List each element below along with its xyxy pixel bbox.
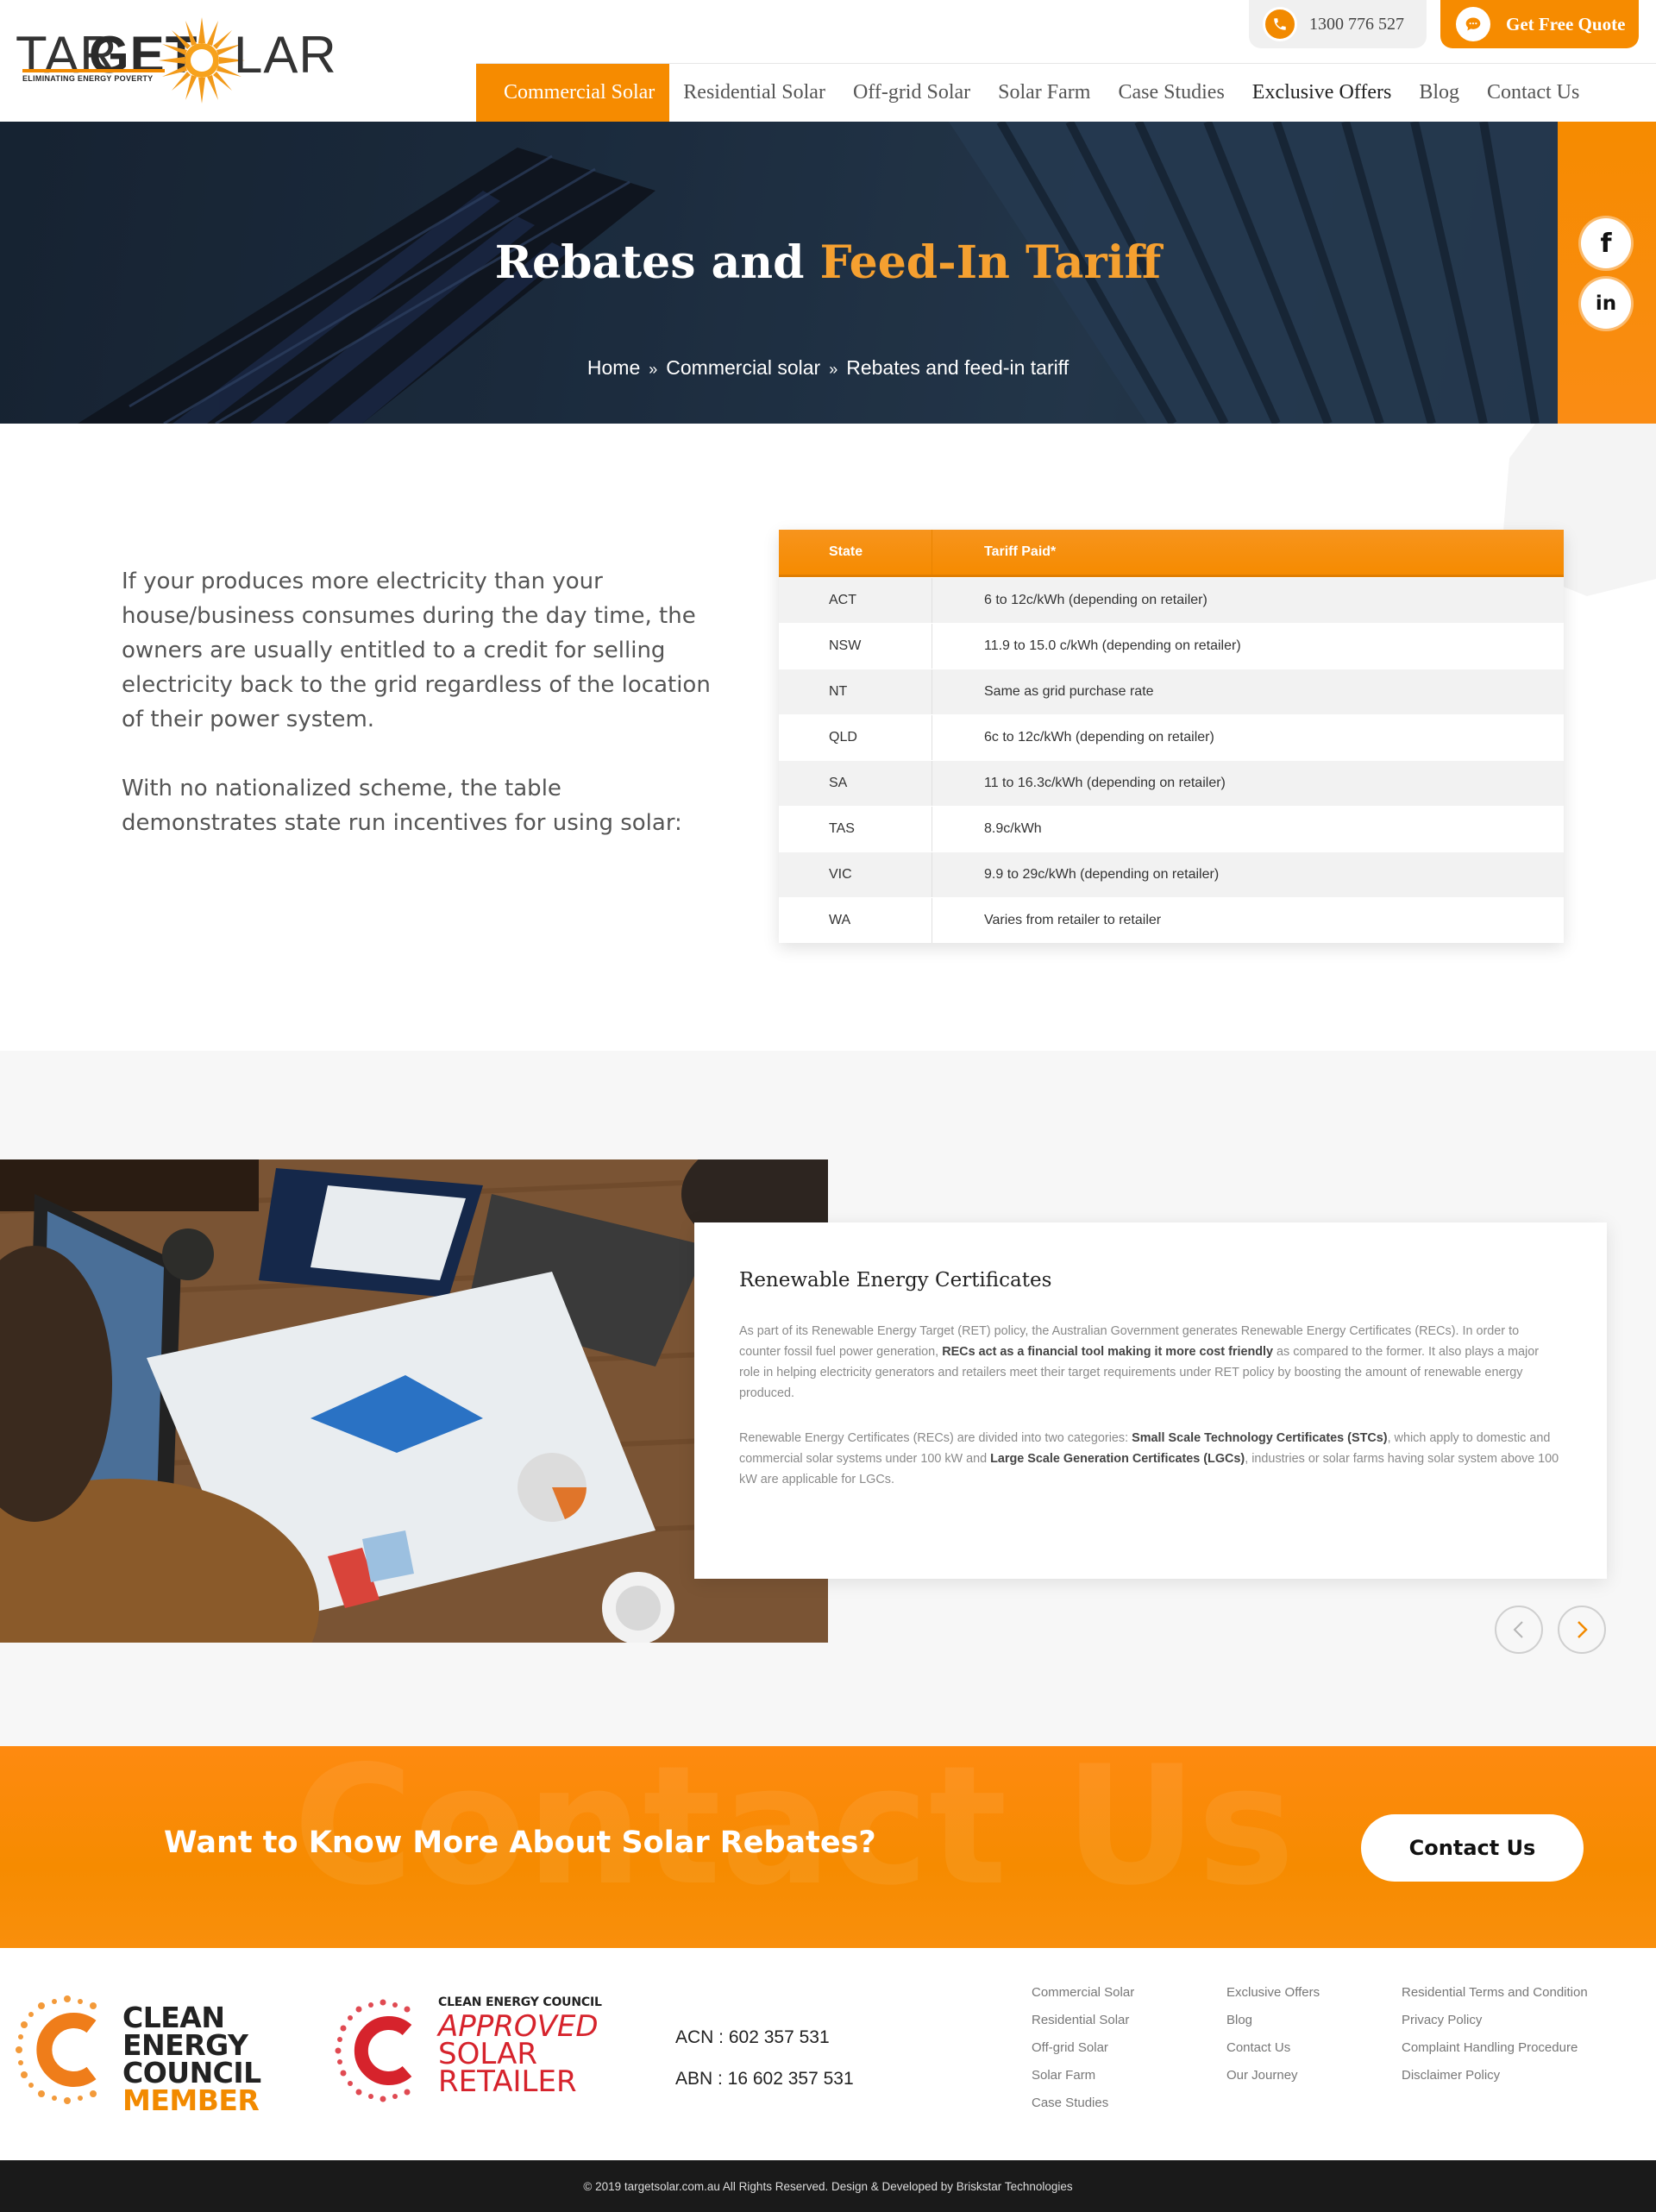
footer-link-commercial-solar[interactable]: Commercial Solar — [1032, 1979, 1134, 2007]
footer-link-solar-farm[interactable]: Solar Farm — [1032, 2062, 1134, 2089]
contact-us-button[interactable]: Contact Us — [1361, 1814, 1584, 1882]
nav-blog[interactable]: Blog — [1405, 64, 1473, 122]
recs-title: Renewable Energy Certificates — [739, 1269, 1052, 1291]
footer-link-blog[interactable]: Blog — [1226, 2007, 1320, 2034]
breadcrumb: Home » Commercial solar » Rebates and feed-i… — [0, 356, 1558, 380]
nav-residential-solar[interactable]: Residential Solar — [669, 64, 839, 122]
intro-text: If your produces more electricity than y… — [122, 564, 717, 840]
table-row: VIC 9.9 to 29c/kWh (depending on retailer… — [779, 851, 1564, 897]
clean-energy-council-member-logo: CLEAN ENERGY COUNCIL MEMBER — [16, 1994, 266, 2115]
get-free-quote-label: Get Free Quote — [1506, 13, 1626, 35]
footer-link-residential-solar[interactable]: Residential Solar — [1032, 2007, 1134, 2034]
footer-link-terms[interactable]: Residential Terms and Condition — [1402, 1979, 1588, 2007]
table-row: NSW 11.9 to 15.0 c/kWh (depending on reta… — [779, 623, 1564, 669]
nav-commercial-solar[interactable]: Commercial Solar — [476, 64, 670, 122]
logo-underline — [22, 69, 165, 72]
abn-number: ABN : 16 602 357 531 — [675, 2069, 854, 2089]
table-row: NT Same as grid purchase rate — [779, 669, 1564, 714]
page-hero: Rebates and Feed-In Tariff Home » Commerci… — [0, 122, 1558, 424]
table-row: SA 11 to 16.3c/kWh (depending on retailer… — [779, 760, 1564, 806]
table-header: State Tariff Paid* — [779, 530, 1564, 577]
slider-prev-button[interactable] — [1495, 1606, 1543, 1654]
table-row: TAS 8.9c/kWh — [779, 806, 1564, 851]
chevron-right-icon — [1578, 1621, 1588, 1638]
table-row: WA Varies from retailer to retailer — [779, 897, 1564, 943]
approved-solar-retailer-logo: CLEAN ENERGY COUNCIL APPROVED SOLAR RETA… — [333, 1995, 626, 2108]
footer-link-exclusive-offers[interactable]: Exclusive Offers — [1226, 1979, 1320, 2007]
logo-tagline: ELIMINATING ENERGY POVERTY — [22, 74, 154, 83]
footer-links-legal: Residential Terms and Condition Privacy … — [1402, 1979, 1588, 2089]
main-nav: Commercial Solar Residential Solar Off-g… — [476, 64, 1593, 122]
company-ids: ACN : 602 357 531 ABN : 16 602 357 531 — [675, 2017, 854, 2100]
site-footer: CLEAN ENERGY COUNCIL MEMBER CLEAN ENERGY… — [0, 1948, 1656, 2160]
nav-off-grid-solar[interactable]: Off-grid Solar — [839, 64, 984, 122]
phone-icon — [1263, 7, 1297, 41]
header-state: State — [779, 530, 932, 575]
intro-paragraph-1: If your produces more electricity than y… — [122, 569, 711, 732]
chat-icon — [1456, 7, 1490, 41]
copyright-bar: © 2019 targetsolar.com.au All Rights Res… — [0, 2160, 1656, 2212]
cec-text: CLEAN ENERGY COUNCIL MEMBER — [122, 2001, 261, 2117]
intro-paragraph-2: With no nationalized scheme, the table d… — [122, 776, 682, 836]
breadcrumb-commercial-solar[interactable]: Commercial solar — [666, 356, 820, 379]
nav-exclusive-offers[interactable]: Exclusive Offers — [1239, 64, 1406, 122]
cec-c-icon — [16, 1995, 97, 2104]
asr-c-icon — [335, 1999, 412, 2102]
facebook-icon[interactable]: f — [1581, 218, 1631, 268]
recs-paragraph-1: As part of its Renewable Energy Target (… — [739, 1324, 1539, 1400]
footer-link-case-studies[interactable]: Case Studies — [1032, 2089, 1134, 2117]
nav-contact-us[interactable]: Contact Us — [1473, 64, 1593, 122]
nav-solar-farm[interactable]: Solar Farm — [984, 64, 1104, 122]
slider-next-button[interactable] — [1558, 1606, 1606, 1654]
breadcrumb-current: Rebates and feed-in tariff — [846, 356, 1070, 379]
footer-links-company: Exclusive Offers Blog Contact Us Our Jou… — [1226, 1979, 1320, 2089]
chevron-left-icon — [1513, 1621, 1523, 1638]
linkedin-icon[interactable]: in — [1581, 279, 1631, 329]
sun-icon — [159, 17, 245, 104]
site-header: TAR GET LAR ELIMINATING ENERGY POVERTY 1… — [0, 0, 1656, 122]
footer-link-contact-us[interactable]: Contact Us — [1226, 2034, 1320, 2062]
tariff-table: State Tariff Paid* ACT 6 to 12c/kWh (depe… — [779, 530, 1564, 943]
header-tariff: Tariff Paid* — [984, 544, 1057, 559]
copyright-text: © 2019 targetsolar.com.au All Rights Res… — [583, 2179, 1073, 2193]
recs-card: Renewable Energy Certificates As part of… — [694, 1222, 1607, 1579]
phone-button[interactable]: 1300 776 527 — [1249, 0, 1427, 48]
cta-heading: Want to Know More About Solar Rebates? — [164, 1826, 876, 1860]
table-row: ACT 6 to 12c/kWh (depending on retailer) — [779, 577, 1564, 623]
nav-case-studies[interactable]: Case Studies — [1104, 64, 1238, 122]
site-logo[interactable]: TAR GET LAR ELIMINATING ENERGY POVERTY — [16, 17, 336, 104]
footer-link-off-grid-solar[interactable]: Off-grid Solar — [1032, 2034, 1134, 2062]
chevron-right-icon: » — [649, 361, 658, 378]
footer-link-disclaimer[interactable]: Disclaimer Policy — [1402, 2062, 1588, 2089]
page-title: Rebates and Feed-In Tariff — [494, 236, 1162, 289]
contact-cta-banner: Contact Us Want to Know More About Solar… — [0, 1746, 1656, 1948]
recs-paragraph-2: Renewable Energy Certificates (RECs) are… — [739, 1431, 1559, 1486]
footer-link-privacy[interactable]: Privacy Policy — [1402, 2007, 1588, 2034]
breadcrumb-home[interactable]: Home — [587, 356, 640, 379]
table-row: QLD 6c to 12c/kWh (depending on retailer) — [779, 714, 1564, 760]
social-sidebar: f in — [1558, 122, 1656, 424]
chevron-right-icon: » — [829, 361, 838, 378]
phone-number: 1300 776 527 — [1309, 14, 1404, 34]
footer-link-complaints[interactable]: Complaint Handling Procedure — [1402, 2034, 1588, 2062]
get-free-quote-button[interactable]: Get Free Quote — [1440, 0, 1639, 48]
footer-link-our-journey[interactable]: Our Journey — [1226, 2062, 1320, 2089]
footer-links-services: Commercial Solar Residential Solar Off-g… — [1032, 1979, 1134, 2117]
acn-number: ACN : 602 357 531 — [675, 2027, 830, 2047]
